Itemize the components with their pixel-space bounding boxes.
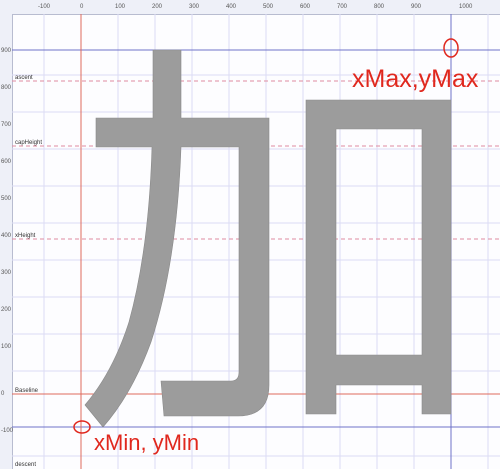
xmax-ymax-label: xMax,yMax bbox=[352, 65, 479, 93]
xmin-ymin-label: xMin, yMin bbox=[94, 430, 200, 455]
glyph-editor: -100 0 100 200 300 400 500 600 700 800 9… bbox=[0, 0, 500, 469]
glyph-stroke-kou[interactable] bbox=[305, 99, 452, 415]
baseline-label: Baseline bbox=[15, 388, 39, 394]
ascent-label: ascent bbox=[15, 75, 33, 81]
cap-height-label: capHeight bbox=[15, 140, 43, 146]
x-height-label: xHeight bbox=[15, 233, 36, 239]
descent-label: descent bbox=[15, 462, 37, 468]
